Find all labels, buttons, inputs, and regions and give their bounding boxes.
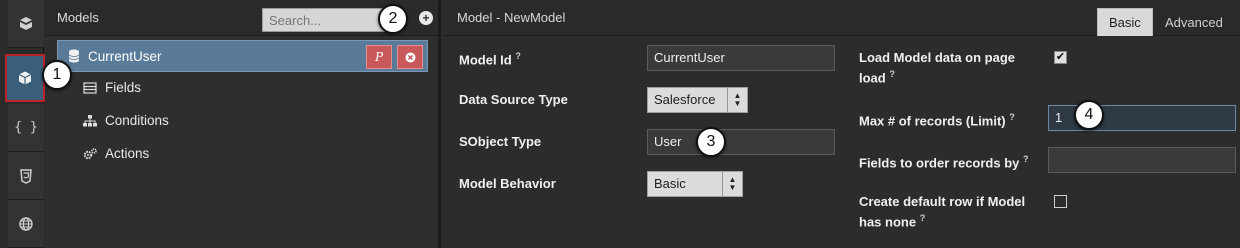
help-icon[interactable]: ? (1023, 154, 1029, 164)
model-name: CurrentUser (88, 48, 162, 64)
tab-label: Basic (1109, 15, 1141, 30)
model-properties-panel: Model - NewModel Basic Advanced Model Id… (444, 0, 1240, 248)
help-icon[interactable]: ? (889, 69, 895, 79)
model-id-input[interactable]: CurrentUser (647, 45, 835, 71)
braces-icon: { } (14, 120, 38, 135)
tree-item-label: Fields (105, 80, 142, 95)
models-panel: Models + CurrentUser P Fields Conditions… (45, 0, 441, 248)
tree-item-conditions[interactable]: Conditions (83, 113, 169, 128)
callout-2: 2 (378, 4, 408, 34)
model-params-button[interactable]: P (366, 45, 392, 69)
label-text: SObject Type (459, 134, 542, 149)
rail-globe-button[interactable] (8, 200, 44, 248)
callout-number: 3 (706, 133, 716, 150)
params-icon: P (374, 50, 384, 64)
input-value: CurrentUser (654, 50, 725, 65)
label-text: Model Behavior (459, 176, 556, 191)
remove-icon (405, 52, 415, 62)
chevron-up-down-icon: ▲ ▼ (727, 88, 747, 112)
css3-icon (20, 168, 32, 184)
globe-icon (19, 216, 33, 231)
load-on-page-label: Load Model data on page load ? (859, 49, 1015, 86)
tab-advanced[interactable]: Advanced (1154, 8, 1234, 36)
rail-components-button[interactable] (8, 0, 44, 48)
callout-4: 4 (1074, 100, 1104, 130)
list-icon (83, 81, 97, 95)
model-behavior-select[interactable]: Basic ▲ ▼ (647, 171, 743, 197)
cube-stack-icon (20, 16, 32, 30)
sobject-type-input[interactable]: User (647, 129, 835, 155)
create-default-row-checkbox[interactable] (1054, 195, 1067, 208)
tree-item-actions[interactable]: Actions (83, 146, 149, 161)
input-value: User (654, 134, 682, 149)
model-row-currentuser[interactable]: CurrentUser P (57, 40, 428, 72)
help-icon[interactable]: ? (1009, 112, 1015, 122)
order-fields-input[interactable] (1048, 147, 1236, 173)
sitemap-icon (83, 114, 97, 128)
plus-icon: + (422, 11, 430, 25)
chevron-up-down-icon: ▲ ▼ (722, 172, 742, 196)
cube-icon (18, 71, 32, 84)
sobject-type-label: SObject Type (459, 133, 541, 150)
select-value: Basic (654, 176, 686, 191)
model-id-label: Model Id ? (459, 48, 521, 68)
label-text: Max # of records (Limit) (859, 113, 1006, 129)
label-text: Model Id (459, 52, 512, 68)
create-default-row-label: Create default row if Model has none ? (859, 193, 1025, 230)
label-text: Create default row if Model (859, 194, 1026, 209)
database-icon (68, 49, 80, 63)
models-title: Models (57, 10, 99, 25)
label-text: Fields to order records by (859, 155, 1020, 171)
tree-item-label: Actions (105, 146, 150, 161)
load-on-page-checkbox[interactable]: ✔ (1054, 51, 1067, 64)
callout-number: 1 (52, 66, 62, 83)
label-text: Data Source Type (459, 92, 568, 107)
help-icon[interactable]: ? (515, 51, 521, 61)
max-records-label: Max # of records (Limit) ? (859, 109, 1015, 129)
rail-css-button[interactable] (8, 152, 44, 200)
add-model-button[interactable]: + (419, 11, 433, 25)
tab-label: Advanced (1165, 14, 1223, 30)
help-icon[interactable]: ? (920, 213, 926, 223)
data-source-type-select[interactable]: Salesforce ▲ ▼ (647, 87, 748, 113)
model-remove-button[interactable] (397, 45, 423, 69)
label-text: load (859, 70, 886, 86)
callout-3: 3 (696, 127, 726, 157)
model-search-input[interactable] (262, 8, 385, 32)
callout-1: 1 (42, 60, 72, 90)
label-text: has none (859, 214, 917, 230)
gears-icon (83, 147, 97, 161)
order-fields-label: Fields to order records by ? (859, 151, 1029, 171)
tree-item-fields[interactable]: Fields (83, 80, 141, 95)
label-text: Load Model data on page (859, 50, 1016, 65)
model-behavior-label: Model Behavior (459, 175, 556, 192)
tree-item-label: Conditions (105, 113, 169, 128)
rail-javascript-button[interactable]: { } (8, 104, 44, 152)
tab-basic[interactable]: Basic (1097, 8, 1153, 36)
icon-rail: { } (0, 0, 45, 248)
callout-number: 4 (1084, 106, 1094, 123)
checkmark-icon: ✔ (1055, 51, 1066, 63)
rail-models-button[interactable] (5, 54, 45, 102)
data-source-type-label: Data Source Type (459, 91, 568, 108)
input-value: 1 (1055, 110, 1063, 125)
callout-number: 2 (388, 10, 398, 27)
select-value: Salesforce (654, 92, 716, 107)
panel-title: Model - NewModel (457, 10, 566, 25)
